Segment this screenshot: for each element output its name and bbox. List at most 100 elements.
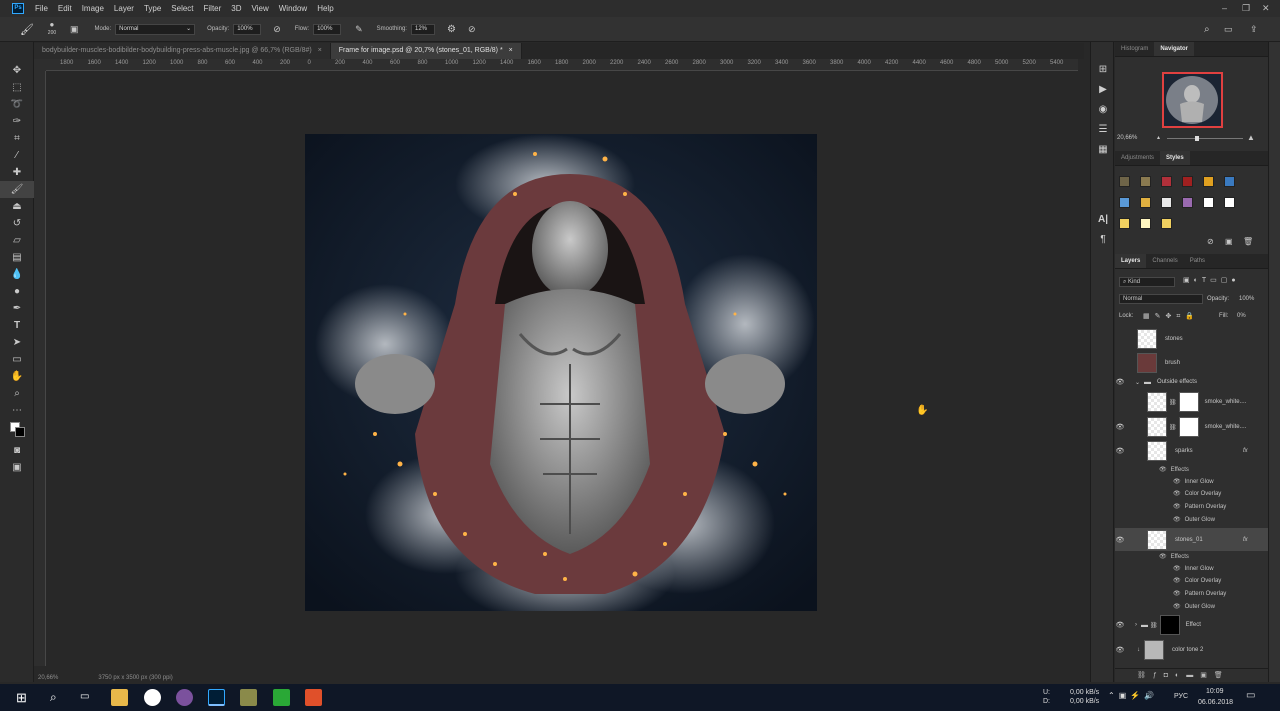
style-swatch[interactable] bbox=[1182, 197, 1193, 208]
style-swatch[interactable] bbox=[1224, 176, 1235, 187]
swatches-icon[interactable]: ▦ bbox=[1091, 140, 1115, 160]
chevron-down-icon[interactable]: ⌄ bbox=[1135, 379, 1140, 386]
eye-icon[interactable]: 👁 bbox=[1173, 591, 1181, 597]
effect-outer-glow[interactable]: 👁 Outer Glow bbox=[1173, 603, 1215, 610]
menu-3d[interactable]: 3D bbox=[226, 0, 246, 17]
character-icon[interactable]: A| bbox=[1091, 210, 1115, 230]
effect-pattern-overlay[interactable]: 👁 Pattern Overlay bbox=[1173, 503, 1226, 510]
layer-brush[interactable]: brush bbox=[1115, 353, 1268, 373]
tab-frame-psd[interactable]: Frame for image.psd @ 20,7% (stones_01, … bbox=[330, 43, 522, 59]
layer-smoke-1[interactable]: ⛓ smoke_white.... bbox=[1115, 392, 1268, 412]
maximize-button[interactable]: ❐ bbox=[1242, 0, 1250, 17]
menu-window[interactable]: Window bbox=[274, 0, 312, 17]
effects-group[interactable]: 👁 Effects bbox=[1159, 553, 1189, 560]
fx-badge[interactable]: fx bbox=[1243, 537, 1248, 543]
yandex-browser-icon[interactable] bbox=[144, 689, 161, 706]
document-canvas[interactable] bbox=[305, 134, 817, 611]
more-tools-icon[interactable]: ⋯ bbox=[0, 402, 34, 419]
color-swatches[interactable] bbox=[0, 419, 34, 437]
style-swatch[interactable] bbox=[1119, 218, 1130, 229]
style-swatch[interactable] bbox=[1119, 176, 1130, 187]
style-swatch[interactable] bbox=[1203, 176, 1214, 187]
tray-icons[interactable]: ⌃▣⚡🔊 bbox=[1108, 691, 1158, 700]
lasso-tool-icon[interactable]: ➰ bbox=[0, 96, 34, 113]
path-select-tool-icon[interactable]: ➤ bbox=[0, 334, 34, 351]
style-swatch[interactable] bbox=[1140, 197, 1151, 208]
menu-help[interactable]: Help bbox=[312, 0, 338, 17]
navigator-preview[interactable] bbox=[1162, 72, 1223, 128]
eye-icon[interactable]: 👁 bbox=[1115, 447, 1125, 455]
crop-tool-icon[interactable]: ⌗ bbox=[0, 130, 34, 147]
actions-play-icon[interactable]: ▶ bbox=[1091, 80, 1115, 100]
eye-icon[interactable]: 👁 bbox=[1173, 604, 1181, 610]
no-style-icon[interactable]: ⊘ bbox=[1207, 237, 1214, 246]
opacity-value[interactable]: 100% bbox=[1239, 296, 1254, 302]
tab-histogram[interactable]: Histogram bbox=[1115, 42, 1154, 56]
menu-edit[interactable]: Edit bbox=[53, 0, 77, 17]
eye-icon[interactable]: 👁 bbox=[1115, 646, 1125, 654]
effect-color-overlay[interactable]: 👁 Color Overlay bbox=[1173, 490, 1221, 497]
effect-outer-glow[interactable]: 👁 Outer Glow bbox=[1173, 516, 1215, 523]
style-swatch[interactable] bbox=[1161, 218, 1172, 229]
effect-pattern-overlay[interactable]: 👁 Pattern Overlay bbox=[1173, 590, 1226, 597]
fx-icon[interactable]: ƒ bbox=[1153, 672, 1164, 679]
eye-icon[interactable]: 👁 bbox=[1159, 554, 1167, 560]
effect-inner-glow[interactable]: 👁 Inner Glow bbox=[1173, 565, 1214, 572]
adjustment-layer-icon[interactable]: ◐ bbox=[1175, 672, 1186, 679]
rectangle-tool-icon[interactable]: ▭ bbox=[0, 351, 34, 368]
style-swatch[interactable] bbox=[1161, 176, 1172, 187]
link-layers-icon[interactable]: ⛓ bbox=[1137, 672, 1153, 679]
zoom-tool-icon[interactable]: ⌕ bbox=[0, 385, 34, 402]
media-app-icon[interactable] bbox=[240, 689, 257, 706]
workspace-icon[interactable]: ▭ bbox=[1224, 24, 1233, 35]
panel-scrollbar[interactable] bbox=[1268, 42, 1280, 682]
add-mask-icon[interactable]: ◘ bbox=[1164, 672, 1175, 679]
pen-tool-icon[interactable]: ✒ bbox=[0, 300, 34, 317]
opacity-input[interactable]: 100% bbox=[233, 23, 262, 35]
brush-tool-icon[interactable]: 🖌 bbox=[20, 23, 34, 36]
style-swatch[interactable] bbox=[1182, 176, 1193, 187]
eye-icon[interactable]: 👁 bbox=[1173, 517, 1181, 523]
menu-select[interactable]: Select bbox=[166, 0, 198, 17]
viber-app-icon[interactable] bbox=[176, 689, 193, 706]
brush-panel-toggle-icon[interactable]: ▣ bbox=[70, 24, 79, 35]
layer-group-outside-effects[interactable]: 👁 ⌄ ▬ Outside effects bbox=[1115, 378, 1268, 387]
eye-icon[interactable]: 👁 bbox=[1173, 491, 1181, 497]
layer-stones[interactable]: stones bbox=[1115, 329, 1268, 349]
eye-icon[interactable]: 👁 bbox=[1173, 504, 1181, 510]
zoom-slider[interactable] bbox=[1167, 138, 1243, 139]
delete-layer-icon[interactable]: 🗑 bbox=[1214, 672, 1230, 679]
zoom-level[interactable]: 20,66% bbox=[38, 675, 58, 681]
close-icon[interactable]: × bbox=[509, 47, 513, 54]
zoom-slider-thumb[interactable] bbox=[1195, 136, 1199, 141]
style-swatch[interactable] bbox=[1224, 197, 1235, 208]
pressure-opacity-icon[interactable]: ⊘ bbox=[273, 24, 281, 35]
adjustments-icon[interactable]: ◉ bbox=[1091, 100, 1115, 120]
new-style-icon[interactable]: ▣ bbox=[1225, 237, 1233, 246]
tab-bodybuilder-jpg[interactable]: bodybuilder-muscles-bodibilder-bodybuild… bbox=[34, 43, 331, 59]
search-icon[interactable]: ⌕ bbox=[50, 690, 57, 705]
tab-styles[interactable]: Styles bbox=[1160, 151, 1190, 165]
recorder-app-icon[interactable] bbox=[305, 689, 322, 706]
clock-date[interactable]: 06.06.2018 bbox=[1198, 699, 1233, 706]
eye-icon[interactable]: 👁 bbox=[1115, 378, 1125, 386]
blend-mode-select[interactable]: Normal bbox=[1119, 294, 1203, 304]
eye-icon[interactable]: 👁 bbox=[1173, 479, 1181, 485]
quick-select-tool-icon[interactable]: ✑ bbox=[0, 113, 34, 130]
share-icon[interactable]: ⇪ bbox=[1250, 24, 1258, 35]
task-view-icon[interactable]: ▭ bbox=[80, 691, 89, 702]
eye-icon[interactable]: 👁 bbox=[1159, 467, 1167, 473]
mode-select[interactable]: Normal ⌄ bbox=[115, 23, 196, 35]
gear-icon[interactable]: ⚙ bbox=[447, 24, 456, 35]
notifications-icon[interactable]: ▭ bbox=[1246, 690, 1255, 701]
properties-icon[interactable]: ☰ bbox=[1091, 120, 1115, 140]
menu-type[interactable]: Type bbox=[139, 0, 166, 17]
blur-tool-icon[interactable]: 💧 bbox=[0, 266, 34, 283]
eraser-tool-icon[interactable]: ▱ bbox=[0, 232, 34, 249]
minimize-button[interactable]: – bbox=[1222, 0, 1227, 17]
move-tool-icon[interactable]: ✥ bbox=[0, 62, 34, 79]
eyedropper-tool-icon[interactable]: ⁄ bbox=[0, 147, 34, 164]
photoshop-app-icon[interactable] bbox=[208, 689, 225, 706]
paragraph-icon[interactable]: ¶ bbox=[1091, 230, 1115, 250]
style-swatch[interactable] bbox=[1140, 176, 1151, 187]
